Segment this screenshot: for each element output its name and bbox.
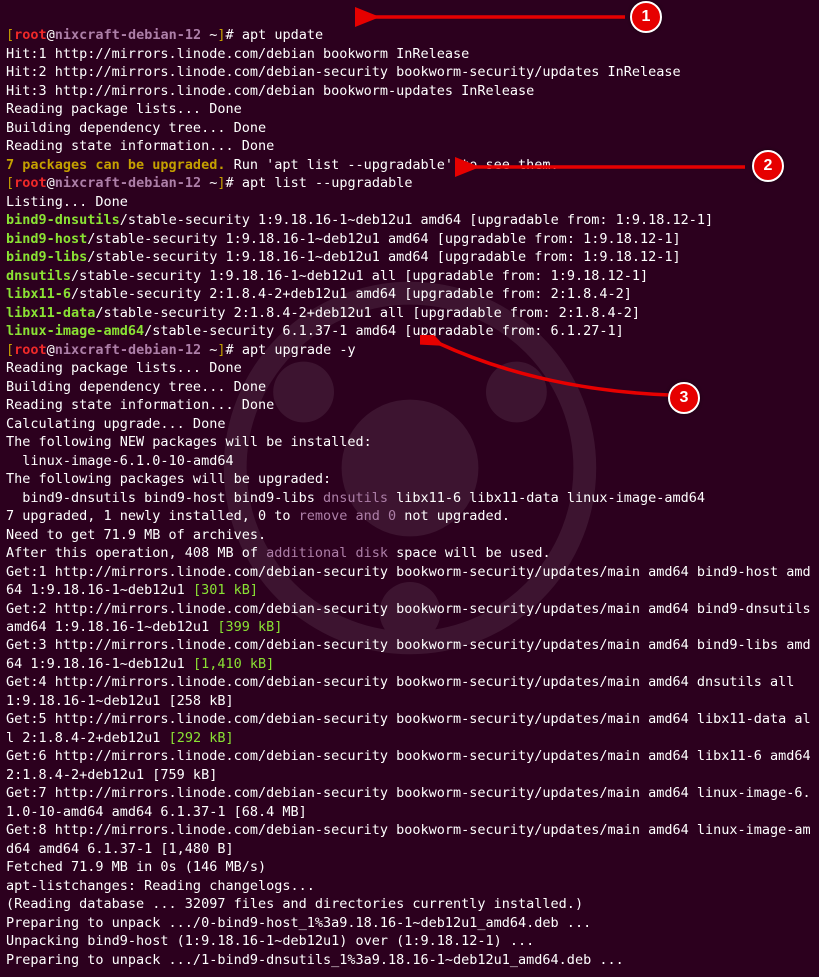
pkg-row: bind9-host/stable-security 1:9.18.16-1~d… [6, 231, 681, 247]
out3-changelog: apt-listchanges: Reading changelogs... [6, 878, 315, 894]
out1-upgradable-count: 7 packages can be upgraded. [6, 157, 225, 173]
out3-new-title: The following NEW packages will be insta… [6, 434, 372, 450]
pkg-row: bind9-dnsutils/stable-security 1:9.18.16… [6, 212, 713, 228]
out2-listing: Listing... Done [6, 194, 128, 210]
out1-state: Reading state information... Done [6, 138, 274, 154]
out1-hit2: Hit:2 http://mirrors.linode.com/debian-s… [6, 64, 681, 80]
out1-hit3: Hit:3 http://mirrors.linode.com/debian b… [6, 83, 534, 99]
out3-prep2: Preparing to unpack .../1-bind9-dnsutils… [6, 952, 624, 968]
pkg-row: libx11-data/stable-security 2:1.8.4-2+de… [6, 305, 640, 321]
out1-reading: Reading package lists... Done [6, 101, 242, 117]
command-2: apt list --upgradable [242, 175, 413, 191]
out3-fetched: Fetched 71.9 MB in 0s (146 MB/s) [6, 859, 266, 875]
out3-up-pkgs: bind9-dnsutils bind9-host bind9-libs dns… [6, 490, 705, 506]
out3-up-title: The following packages will be upgraded: [6, 471, 331, 487]
prompt-2: [root@nixcraft-debian-12 ~]# [6, 175, 234, 191]
get-line: Get:5 http://mirrors.linode.com/debian-s… [6, 711, 811, 745]
get-line: Get:8 http://mirrors.linode.com/debian-s… [6, 822, 811, 856]
get-line: Get:6 http://mirrors.linode.com/debian-s… [6, 748, 819, 782]
get-line: Get:7 http://mirrors.linode.com/debian-s… [6, 785, 811, 819]
out3-readdb: (Reading database ... 32097 files and di… [6, 896, 583, 912]
out3-building: Building dependency tree... Done [6, 379, 266, 395]
pkg-row: libx11-6/stable-security 2:1.8.4-2+deb12… [6, 286, 632, 302]
command-1: apt update [242, 27, 323, 43]
out1-building: Building dependency tree... Done [6, 120, 266, 136]
out3-after: After this operation, 408 MB of addition… [6, 545, 551, 561]
out3-new-pkgs: linux-image-6.1.0-10-amd64 [6, 453, 234, 469]
out1-hit1: Hit:1 http://mirrors.linode.com/debian b… [6, 46, 469, 62]
pkg-row: dnsutils/stable-security 1:9.18.16-1~deb… [6, 268, 648, 284]
prompt-1: [root@nixcraft-debian-12 ~]# [6, 27, 234, 43]
pkg-row: linux-image-amd64/stable-security 6.1.37… [6, 323, 624, 339]
out3-need: Need to get 71.9 MB of archives. [6, 527, 266, 543]
out3-reading: Reading package lists... Done [6, 360, 242, 376]
out1-upgradable-hint: Run 'apt list --upgradable' to see them. [225, 157, 558, 173]
out3-summary: 7 upgraded, 1 newly installed, 0 to remo… [6, 508, 510, 524]
out3-prep1: Preparing to unpack .../0-bind9-host_1%3… [6, 915, 591, 931]
get-line: Get:2 http://mirrors.linode.com/debian-s… [6, 601, 819, 635]
get-line: Get:3 http://mirrors.linode.com/debian-s… [6, 637, 811, 671]
get-line: Get:4 http://mirrors.linode.com/debian-s… [6, 674, 803, 708]
out3-calc: Calculating upgrade... Done [6, 416, 225, 432]
prompt-3: [root@nixcraft-debian-12 ~]# [6, 342, 234, 358]
out3-unpack1: Unpacking bind9-host (1:9.18.16-1~deb12u… [6, 933, 534, 949]
command-3: apt upgrade -y [242, 342, 356, 358]
get-line: Get:1 http://mirrors.linode.com/debian-s… [6, 564, 811, 598]
terminal-output: [root@nixcraft-debian-12 ~]# apt update … [0, 0, 819, 977]
out3-state: Reading state information... Done [6, 397, 274, 413]
pkg-row: bind9-libs/stable-security 1:9.18.16-1~d… [6, 249, 681, 265]
